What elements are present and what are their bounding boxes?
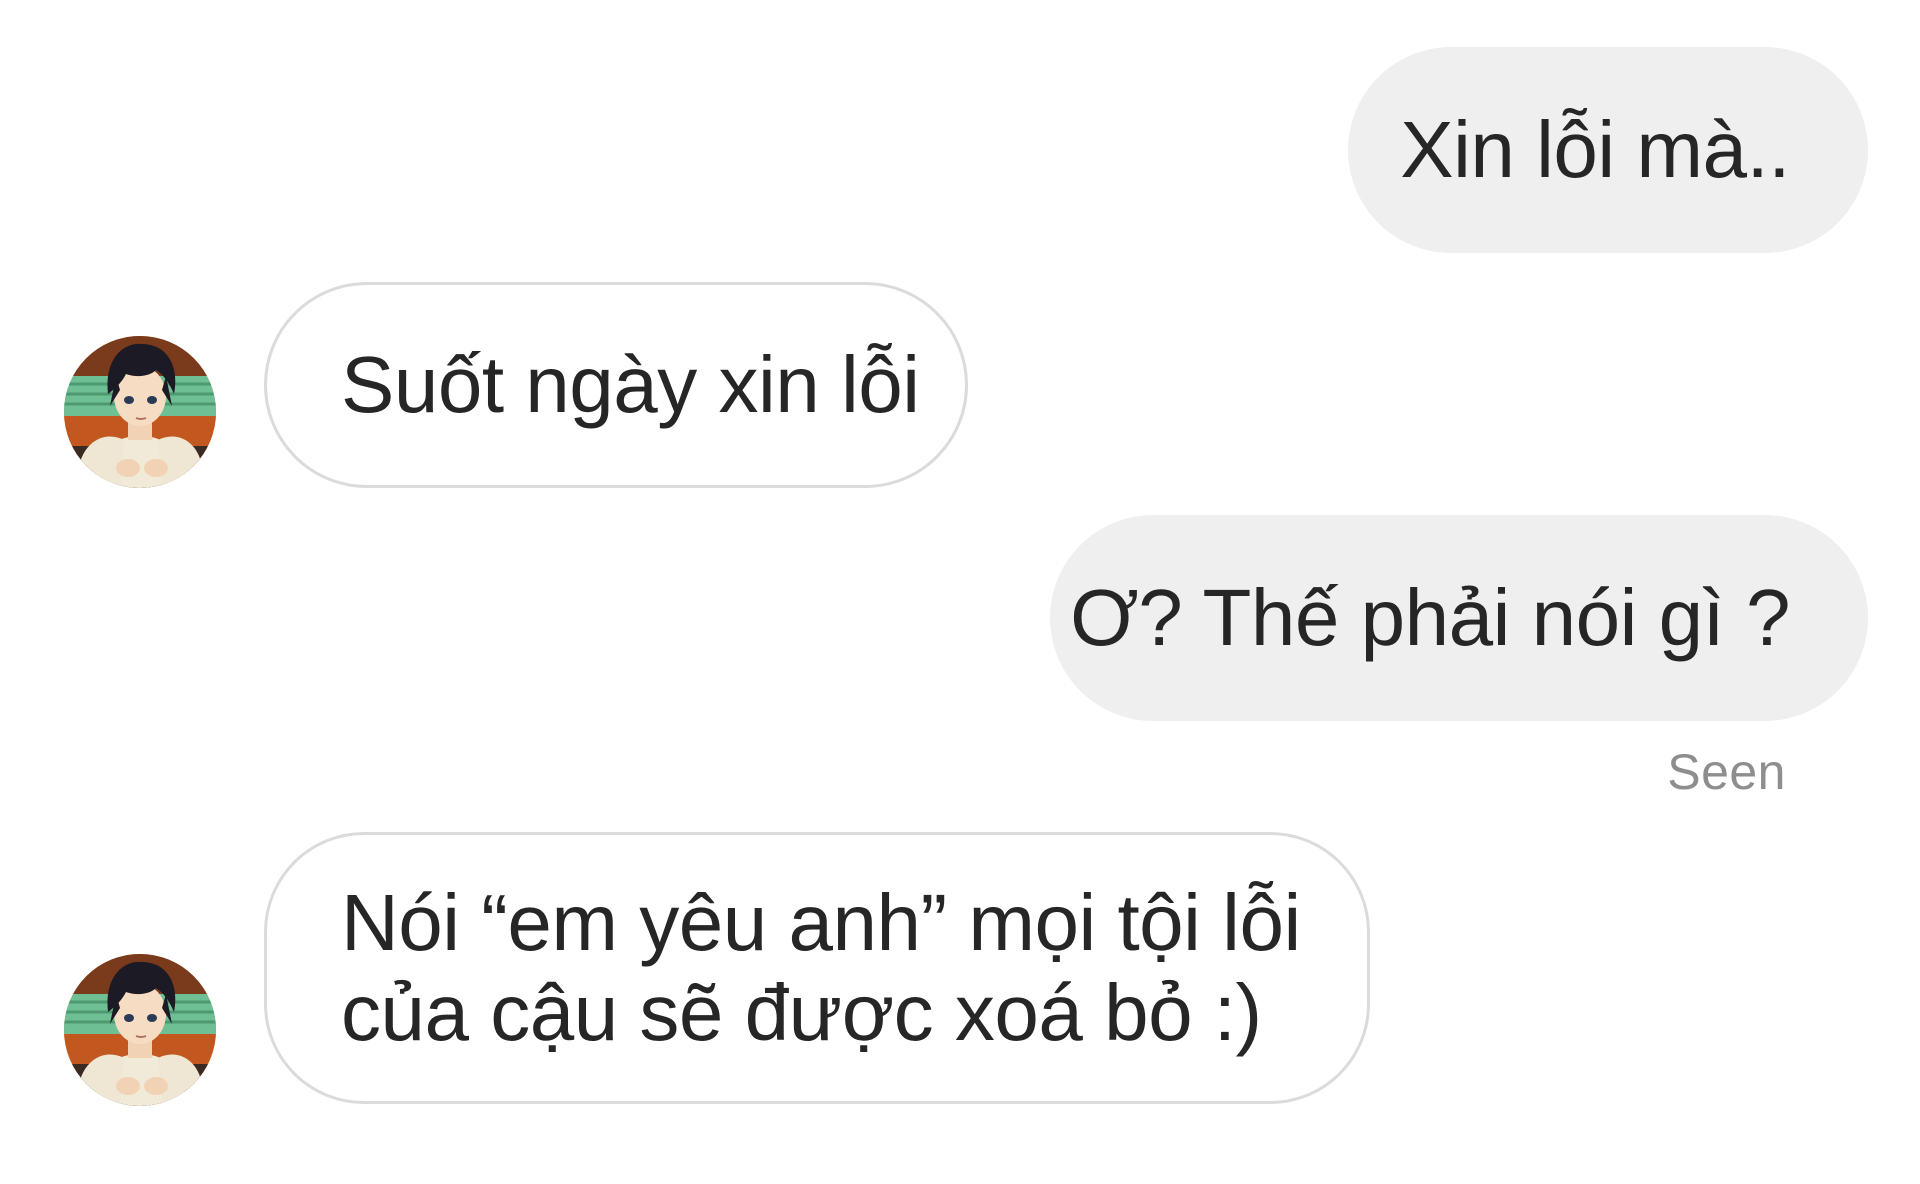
message-text-line: Nói “em yêu anh” mọi tội lỗi	[341, 878, 1301, 967]
message-bubble-incoming[interactable]: Suốt ngày xin lỗi	[264, 282, 968, 488]
message-text: Ơ? Thế phải nói gì ?	[1070, 573, 1790, 662]
avatar[interactable]	[64, 954, 216, 1106]
message-bubble-outgoing[interactable]: Xin lỗi mà..	[1348, 47, 1868, 253]
anime-boy-avatar-icon	[64, 336, 216, 488]
message-bubble-outgoing[interactable]: Ơ? Thế phải nói gì ?	[1050, 515, 1868, 721]
seen-receipt: Seen	[1667, 744, 1786, 800]
message-text-line: của cậu sẽ được xoá bỏ :)	[341, 968, 1262, 1057]
message-text: Xin lỗi mà..	[1400, 105, 1790, 194]
message-text: Suốt ngày xin lỗi	[341, 340, 920, 429]
anime-boy-avatar-icon	[64, 954, 216, 1106]
message-bubble-incoming[interactable]: Nói “em yêu anh” mọi tội lỗi của cậu sẽ …	[264, 832, 1370, 1104]
avatar[interactable]	[64, 336, 216, 488]
